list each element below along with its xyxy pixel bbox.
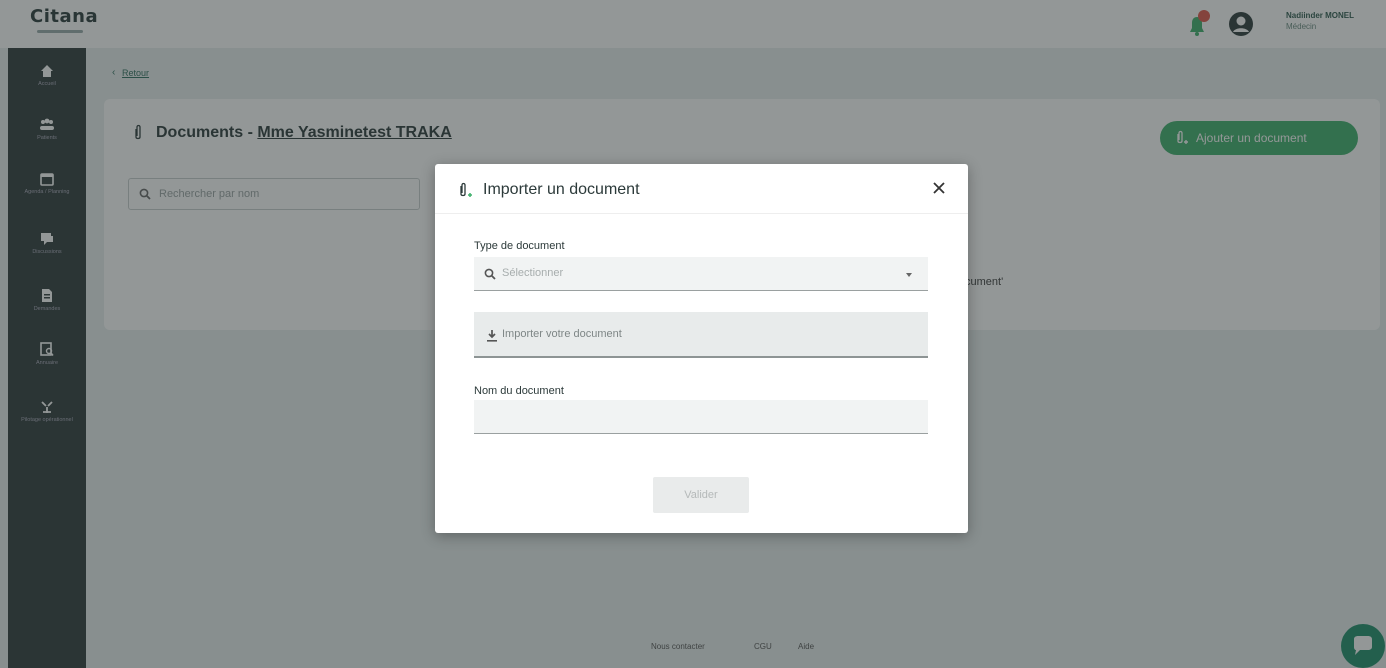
document-name-field[interactable] <box>474 400 928 434</box>
document-type-placeholder: Sélectionner <box>502 267 564 279</box>
validate-label: Valider <box>684 489 718 501</box>
document-type-select[interactable]: Sélectionner <box>474 257 928 291</box>
close-icon[interactable] <box>931 180 947 196</box>
search-icon <box>484 268 496 280</box>
upload-document-label: Importer votre document <box>502 328 622 340</box>
upload-document-button[interactable]: Importer votre document <box>474 312 928 358</box>
modal-title: Importer un document <box>483 181 640 198</box>
document-type-label: Type de document <box>474 240 565 252</box>
document-name-label: Nom du document <box>474 385 564 397</box>
validate-button[interactable]: Valider <box>653 477 749 513</box>
chevron-down-icon <box>906 273 912 277</box>
import-document-modal: Importer un document Type de document Sé… <box>435 164 968 533</box>
modal-header: Importer un document <box>435 164 968 214</box>
download-icon <box>487 330 497 342</box>
attach-document-icon <box>460 182 472 197</box>
